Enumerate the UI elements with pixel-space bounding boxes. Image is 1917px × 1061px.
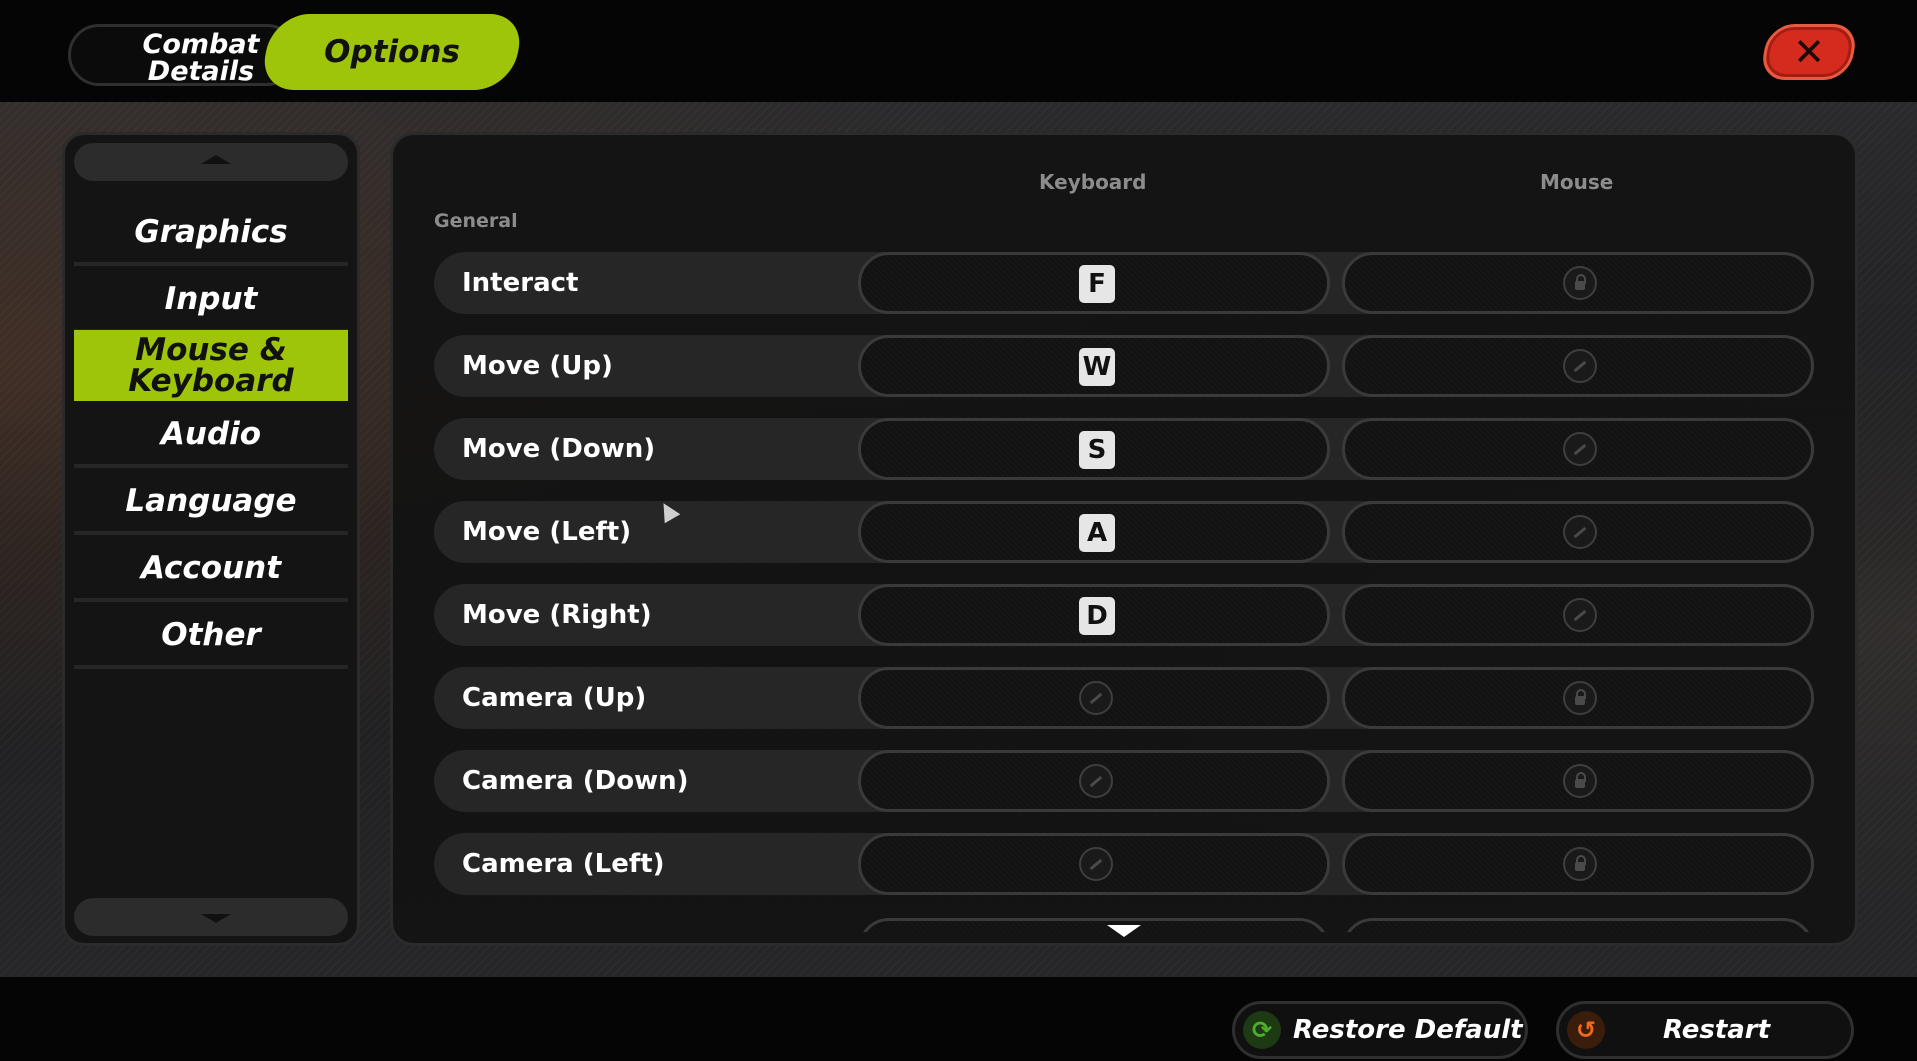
binding-row: Move (Down) S — [434, 418, 1814, 480]
binding-row: Move (Right) D — [434, 584, 1814, 646]
lock-icon — [1563, 266, 1597, 300]
mouse-binding-slot[interactable] — [1342, 252, 1814, 314]
scroll-more-icon[interactable] — [1107, 925, 1141, 937]
restore-default-button[interactable]: ⟳ Restore Default — [1232, 1001, 1528, 1059]
restart-button[interactable]: ↺ Restart — [1556, 1001, 1854, 1059]
mouse-binding-slot[interactable] — [1342, 750, 1814, 812]
sidebar-item-other[interactable]: Other — [74, 602, 348, 669]
undo-icon: ↺ — [1567, 1011, 1605, 1049]
binding-action-label: Camera (Left) — [462, 849, 665, 879]
binding-row: Camera (Up) — [434, 667, 1814, 729]
lock-icon — [1563, 847, 1597, 881]
binding-action-label: Interact — [462, 268, 579, 298]
unbound-icon — [1079, 764, 1113, 798]
sidebar-item-mouse-keyboard[interactable]: Mouse & Keyboard — [74, 330, 348, 401]
keyboard-binding-slot[interactable]: S — [858, 418, 1330, 480]
mouse-binding-slot[interactable] — [1342, 833, 1814, 895]
sidebar-item-account[interactable]: Account — [74, 535, 348, 602]
sidebar-item-audio[interactable]: Audio — [74, 401, 348, 468]
binding-action-label: Camera (Down) — [462, 766, 689, 796]
unbound-icon — [1563, 598, 1597, 632]
keyboard-column-header: Keyboard — [1039, 170, 1147, 194]
key-cap: A — [1079, 514, 1115, 552]
top-tabs: Combat Details Options — [68, 14, 527, 90]
unbound-icon — [1563, 349, 1597, 383]
key-cap: F — [1079, 265, 1115, 303]
key-cap: S — [1079, 431, 1115, 469]
sidebar-item-label: Language — [125, 483, 297, 519]
lock-icon — [1563, 764, 1597, 798]
unbound-icon — [1563, 515, 1597, 549]
unbound-icon — [1079, 681, 1113, 715]
sidebar-item-label: Mouse & Keyboard — [128, 332, 294, 399]
binding-action-label: Camera (Up) — [462, 683, 647, 713]
mouse-binding-slot[interactable] — [1342, 335, 1814, 397]
keyboard-binding-slot[interactable]: W — [858, 335, 1330, 397]
sidebar-scroll-down-button[interactable] — [74, 898, 348, 936]
binding-row: Move (Up) W — [434, 335, 1814, 397]
mouse-column-header: Mouse — [1540, 170, 1614, 194]
unbound-icon — [1079, 847, 1113, 881]
refresh-icon: ⟳ — [1243, 1011, 1281, 1049]
binding-row: Move (Left) A — [434, 501, 1814, 563]
binding-action-label: Move (Down) — [462, 434, 656, 464]
keyboard-binding-slot[interactable] — [858, 833, 1330, 895]
mouse-binding-slot[interactable] — [1342, 584, 1814, 646]
binding-row: Camera (Down) — [434, 750, 1814, 812]
binding-action-label: Move (Up) — [462, 351, 613, 381]
keyboard-binding-slot[interactable] — [858, 750, 1330, 812]
unbound-icon — [1563, 432, 1597, 466]
binding-action-label: Move (Right) — [462, 600, 652, 630]
lock-icon — [1563, 681, 1597, 715]
keyboard-binding-slot[interactable]: D — [858, 584, 1330, 646]
chevron-down-icon — [201, 914, 231, 923]
binding-action-label: Move (Left) — [462, 517, 632, 547]
tab-combat-details-label: Combat Details — [142, 29, 260, 87]
sidebar-item-graphics[interactable]: Graphics — [74, 199, 348, 266]
keyboard-binding-slot[interactable] — [858, 667, 1330, 729]
binding-row: Interact F — [434, 252, 1814, 314]
keyboard-binding-slot[interactable] — [858, 918, 1330, 932]
tab-combat-details[interactable]: Combat Details — [68, 24, 298, 86]
key-cap: D — [1079, 597, 1115, 635]
chevron-up-icon — [201, 155, 231, 164]
mouse-binding-slot[interactable] — [1342, 501, 1814, 563]
sidebar-item-input[interactable]: Input — [74, 266, 348, 333]
sidebar-item-label: Other — [161, 617, 261, 653]
restart-label: Restart — [1663, 1015, 1771, 1045]
keyboard-binding-slot[interactable]: A — [858, 501, 1330, 563]
keyboard-binding-slot[interactable]: F — [858, 252, 1330, 314]
section-heading: General — [434, 210, 518, 232]
key-cap: W — [1079, 348, 1115, 386]
tab-options-label: Options — [324, 34, 460, 70]
binding-row: Camera (Left) — [434, 833, 1814, 895]
sidebar-item-label: Audio — [160, 416, 262, 452]
sidebar-item-label: Graphics — [134, 214, 288, 250]
mouse-binding-slot[interactable] — [1342, 918, 1814, 932]
mouse-binding-slot[interactable] — [1342, 667, 1814, 729]
sidebar-item-language[interactable]: Language — [74, 468, 348, 535]
close-icon[interactable]: ✕ — [1764, 24, 1854, 80]
mouse-binding-slot[interactable] — [1342, 418, 1814, 480]
sidebar-item-label: Input — [164, 281, 258, 317]
sidebar-item-label: Account — [140, 550, 282, 586]
restore-default-label: Restore Default — [1293, 1015, 1523, 1045]
sidebar-scroll-up-button[interactable] — [74, 143, 348, 181]
